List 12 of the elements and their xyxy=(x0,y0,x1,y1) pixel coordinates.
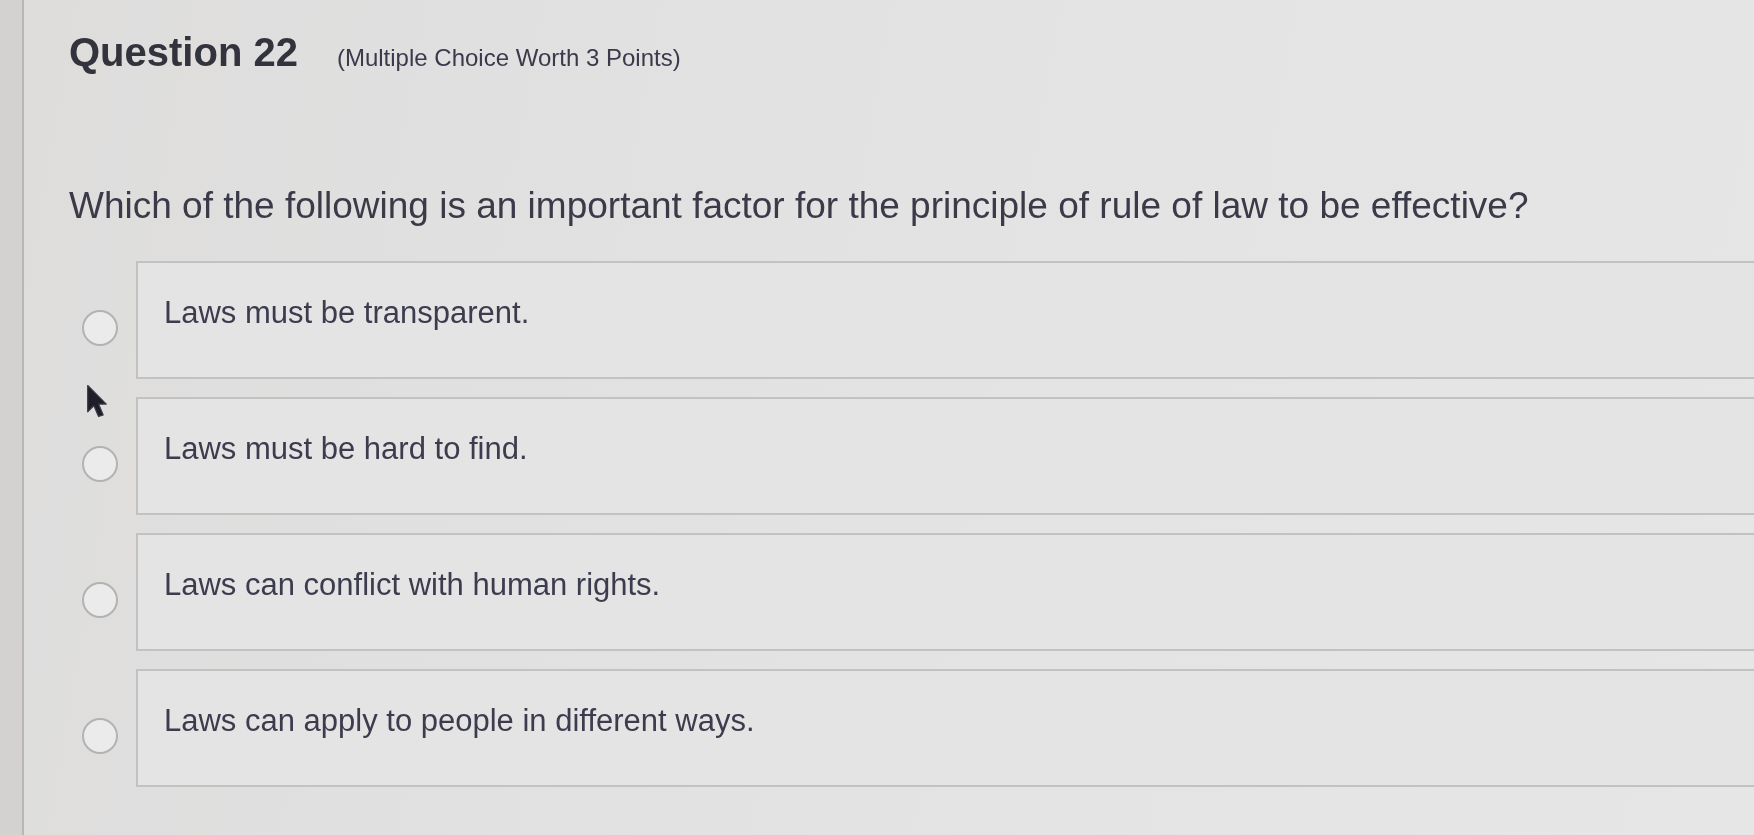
question-prompt: Which of the following is an important factor for the principle of rule of law to be effective? xyxy=(69,184,1530,228)
question-title: Question 22 xyxy=(69,29,298,76)
answer-option[interactable]: Laws can conflict with human rights. xyxy=(136,533,1754,652)
answer-option[interactable]: Laws must be hard to find. xyxy=(136,397,1754,516)
answer-option[interactable]: Laws can apply to people in different ways. xyxy=(136,669,1754,788)
radio-button[interactable] xyxy=(82,582,118,619)
radio-button[interactable] xyxy=(82,310,118,347)
question-points: (Multiple Choice Worth 3 Points) xyxy=(336,44,681,73)
radio-button[interactable] xyxy=(82,446,118,483)
radio-button[interactable] xyxy=(82,718,118,755)
answer-option[interactable]: Laws must be transparent. xyxy=(136,261,1754,380)
mouse-cursor-icon xyxy=(86,384,108,418)
